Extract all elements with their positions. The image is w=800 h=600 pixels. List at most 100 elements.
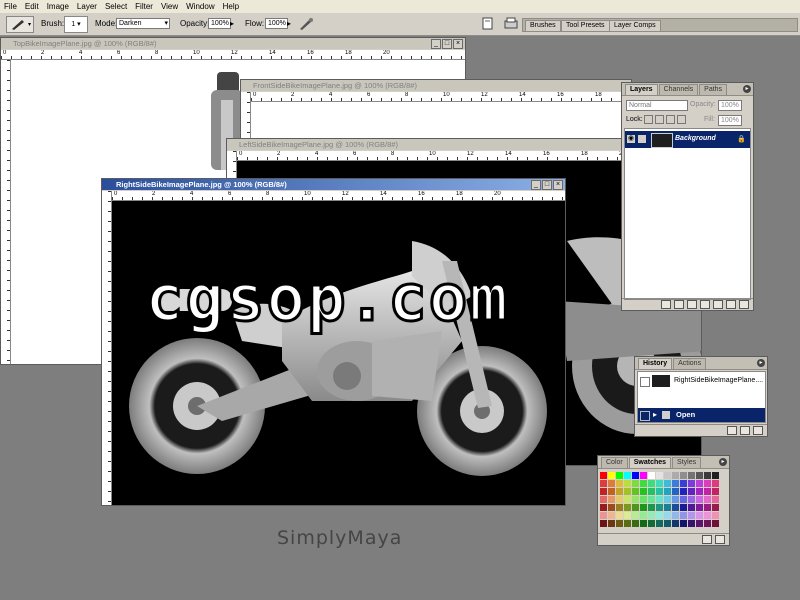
trash-icon[interactable]	[739, 300, 749, 309]
color-swatch[interactable]	[688, 472, 695, 479]
color-swatch[interactable]	[656, 512, 663, 519]
color-swatch[interactable]	[632, 520, 639, 527]
color-swatch[interactable]	[688, 488, 695, 495]
color-swatch[interactable]	[680, 488, 687, 495]
menu-image[interactable]: Image	[43, 0, 73, 13]
tab-history[interactable]: History	[638, 358, 673, 369]
color-swatch[interactable]	[600, 504, 607, 511]
color-swatch[interactable]	[672, 472, 679, 479]
color-swatch[interactable]	[688, 512, 695, 519]
color-swatch[interactable]	[624, 472, 631, 479]
color-swatch[interactable]	[616, 520, 623, 527]
maximize-icon[interactable]: □	[442, 39, 452, 49]
tab-layers[interactable]: Layers	[625, 84, 658, 95]
color-swatch[interactable]	[616, 504, 623, 511]
color-swatch[interactable]	[616, 496, 623, 503]
new-swatch-icon[interactable]	[702, 535, 712, 544]
color-swatch[interactable]	[712, 488, 719, 495]
lock-all-icon[interactable]	[677, 115, 686, 124]
color-swatch[interactable]	[704, 512, 711, 519]
document-canvas[interactable]	[112, 201, 565, 505]
document-titlebar[interactable]: TopBikeImagePlane.jpg @ 100% (RGB/8#)	[1, 38, 465, 49]
color-swatch[interactable]	[624, 520, 631, 527]
color-swatch[interactable]	[704, 496, 711, 503]
history-brush-source-icon[interactable]	[640, 411, 650, 421]
trash-icon[interactable]	[753, 426, 763, 435]
tab-color[interactable]: Color	[601, 457, 628, 468]
flow-input[interactable]: 100%	[265, 18, 288, 29]
minimize-icon[interactable]: _	[531, 180, 541, 190]
color-swatch[interactable]	[688, 504, 695, 511]
color-swatch[interactable]	[608, 504, 615, 511]
adjustment-layer-icon[interactable]	[713, 300, 723, 309]
color-swatch[interactable]	[624, 480, 631, 487]
color-swatch[interactable]	[712, 520, 719, 527]
history-step-open[interactable]: ▸ Open	[638, 408, 765, 422]
color-swatch[interactable]	[656, 480, 663, 487]
color-swatch[interactable]	[616, 488, 623, 495]
color-swatch[interactable]	[616, 512, 623, 519]
color-swatch[interactable]	[648, 520, 655, 527]
color-swatch[interactable]	[680, 480, 687, 487]
color-swatch[interactable]	[648, 488, 655, 495]
new-snapshot-icon[interactable]	[740, 426, 750, 435]
menu-edit[interactable]: Edit	[21, 0, 43, 13]
color-swatch[interactable]	[608, 512, 615, 519]
color-swatch[interactable]	[656, 488, 663, 495]
color-swatch[interactable]	[624, 512, 631, 519]
link-layers-icon[interactable]	[661, 300, 671, 309]
color-swatch[interactable]	[656, 520, 663, 527]
maximize-icon[interactable]: □	[542, 180, 552, 190]
brush-size-picker[interactable]: 1 ▾	[64, 16, 88, 33]
color-swatch[interactable]	[656, 496, 663, 503]
color-swatch[interactable]	[616, 472, 623, 479]
color-swatch[interactable]	[696, 520, 703, 527]
document-titlebar[interactable]: RightSideBikeImagePlane.jpg @ 100% (RGB/…	[102, 179, 565, 190]
layer-row-background[interactable]: ◉ Background 🔒	[625, 131, 750, 148]
menu-layer[interactable]: Layer	[73, 0, 101, 13]
color-swatch[interactable]	[672, 512, 679, 519]
well-tab-brushes[interactable]: Brushes	[525, 20, 561, 32]
menu-filter[interactable]: Filter	[131, 0, 157, 13]
close-icon[interactable]: ×	[553, 180, 563, 190]
new-document-from-state-icon[interactable]	[727, 426, 737, 435]
color-swatch[interactable]	[640, 488, 647, 495]
color-swatch[interactable]	[600, 488, 607, 495]
color-swatch[interactable]	[696, 472, 703, 479]
color-swatch[interactable]	[624, 488, 631, 495]
color-swatch[interactable]	[680, 472, 687, 479]
color-swatch[interactable]	[704, 480, 711, 487]
link-icon[interactable]	[638, 135, 646, 143]
mode-select[interactable]: Darken ▾	[116, 18, 170, 29]
color-swatch[interactable]	[672, 480, 679, 487]
menu-help[interactable]: Help	[219, 0, 243, 13]
well-tab-tool-presets[interactable]: Tool Presets	[561, 20, 610, 32]
color-swatch[interactable]	[624, 496, 631, 503]
color-swatch[interactable]	[664, 504, 671, 511]
airbrush-icon[interactable]	[298, 17, 314, 31]
color-swatch[interactable]	[600, 472, 607, 479]
color-swatch[interactable]	[656, 504, 663, 511]
color-swatch[interactable]	[616, 480, 623, 487]
color-swatch[interactable]	[712, 472, 719, 479]
color-swatch[interactable]	[696, 480, 703, 487]
color-swatch[interactable]	[664, 520, 671, 527]
color-swatch[interactable]	[608, 480, 615, 487]
menu-select[interactable]: Select	[101, 0, 131, 13]
color-swatch[interactable]	[632, 472, 639, 479]
palette-well-icon[interactable]	[504, 17, 518, 30]
tab-channels[interactable]: Channels	[658, 84, 699, 95]
color-swatch[interactable]	[640, 472, 647, 479]
color-swatch[interactable]	[680, 512, 687, 519]
color-swatch[interactable]	[600, 512, 607, 519]
menu-file[interactable]: File	[0, 0, 21, 13]
lock-transparency-icon[interactable]	[644, 115, 653, 124]
color-swatch[interactable]	[600, 520, 607, 527]
menu-window[interactable]: Window	[182, 0, 218, 13]
trash-icon[interactable]	[715, 535, 725, 544]
color-swatch[interactable]	[600, 496, 607, 503]
color-swatch[interactable]	[648, 504, 655, 511]
opacity-arrow-icon[interactable]: ▸	[230, 19, 234, 28]
color-swatch[interactable]	[640, 504, 647, 511]
file-browser-icon[interactable]	[482, 17, 494, 30]
